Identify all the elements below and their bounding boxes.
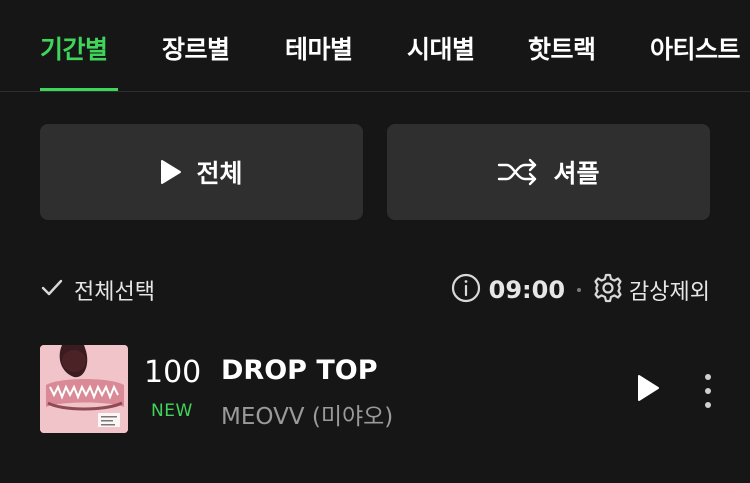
tab-period[interactable]: 기간별: [40, 30, 108, 70]
exclude-listening-button[interactable]: 감상제외: [593, 273, 710, 307]
tab-era[interactable]: 시대별: [407, 30, 475, 70]
play-icon: [636, 374, 660, 406]
play-all-button[interactable]: 전체: [40, 124, 363, 220]
category-tab-bar: 기간별 장르별 테마별 시대별 핫트랙 아티스트: [0, 0, 750, 92]
info-icon[interactable]: [451, 273, 481, 307]
track-title[interactable]: DROP TOP: [221, 355, 378, 386]
tab-genre[interactable]: 장르별: [162, 30, 230, 70]
shuffle-icon: [497, 158, 539, 186]
more-vertical-icon[interactable]: [698, 371, 718, 411]
exclude-listening-label: 감상제외: [629, 280, 710, 305]
chart-rank: 100: [144, 355, 202, 390]
new-badge: NEW: [151, 401, 193, 421]
shuffle-button[interactable]: 셔플: [387, 124, 710, 220]
list-toolbar: 전체선택 09:00 감상제외: [40, 270, 710, 310]
shuffle-label: 셔플: [553, 159, 600, 188]
separator-dot: [577, 288, 582, 292]
tab-artist[interactable]: 아티스트: [650, 30, 741, 70]
track-artist[interactable]: MEOVV (미야오): [221, 397, 393, 431]
play-all-label: 전체: [196, 159, 243, 188]
gear-icon: [593, 273, 623, 307]
check-icon: [40, 278, 64, 302]
track-play-button[interactable]: [630, 372, 666, 408]
total-duration: 09:00: [488, 276, 566, 304]
playlist-info: 09:00 감상제외: [451, 273, 710, 307]
track-row[interactable]: 100 NEW DROP TOP MEOVV (미야오): [40, 345, 720, 435]
album-art[interactable]: [40, 345, 128, 433]
select-all-label: 전체선택: [74, 280, 155, 305]
tab-theme[interactable]: 테마별: [285, 30, 353, 70]
tab-hot-track[interactable]: 핫트랙: [528, 30, 596, 70]
play-icon: [160, 159, 182, 185]
select-all-toggle[interactable]: 전체선택: [40, 274, 155, 306]
active-tab-indicator: [40, 88, 118, 91]
